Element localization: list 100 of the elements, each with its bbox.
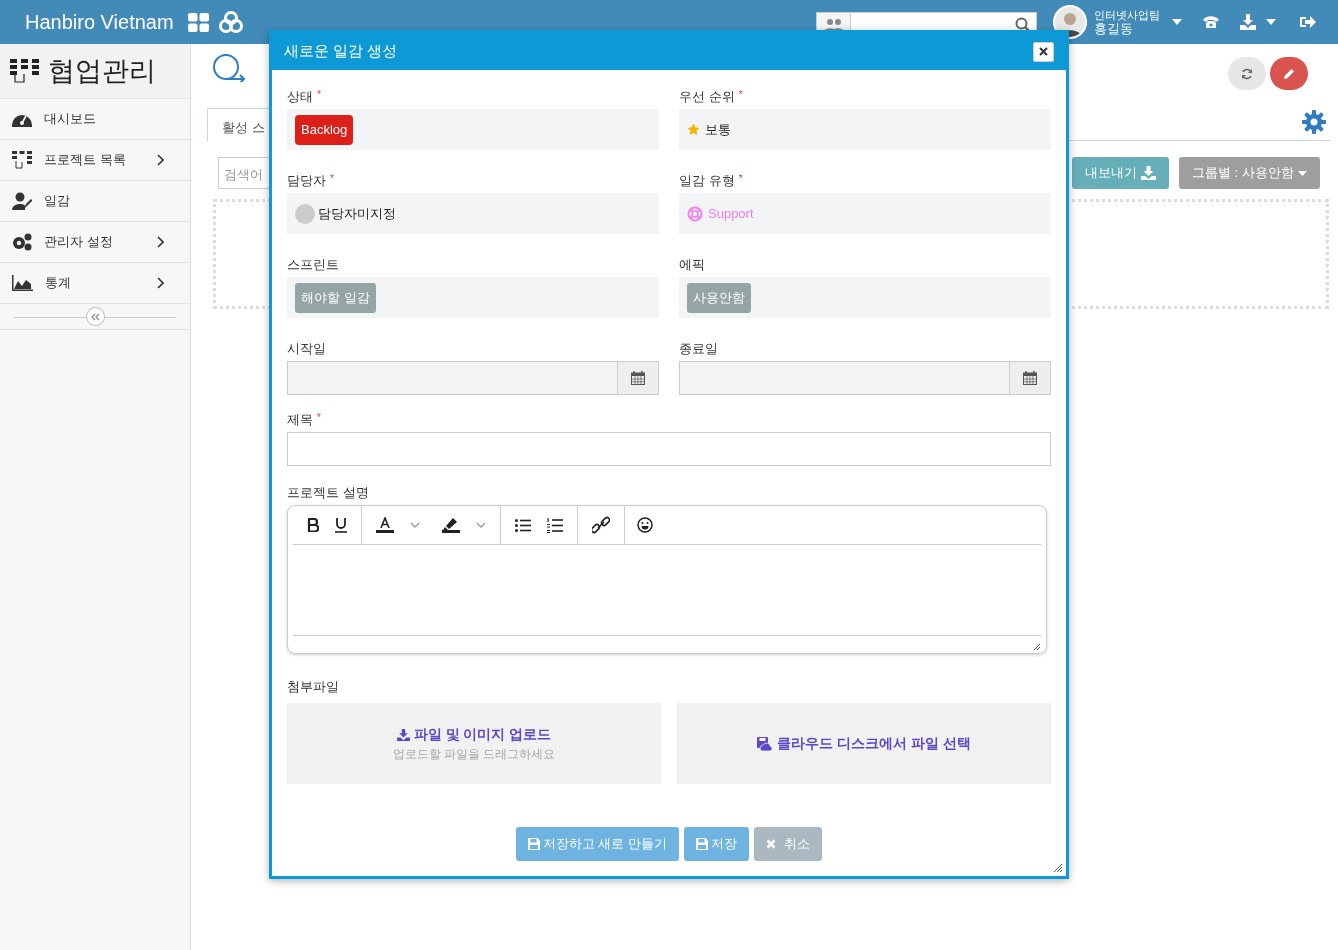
underline-icon[interactable]	[335, 517, 347, 533]
text-color-icon[interactable]	[376, 517, 394, 533]
nav-label: 대시보드	[44, 110, 96, 129]
lifebuoy-icon	[687, 205, 703, 222]
nav-label: 일감	[44, 192, 70, 211]
title-input[interactable]	[287, 432, 1051, 466]
emoji-icon[interactable]	[637, 517, 653, 533]
field-label: 우선 순위	[679, 88, 735, 106]
edit-button[interactable]	[1270, 57, 1308, 90]
nav-item[interactable]: 통계	[0, 263, 190, 304]
user-edit-icon	[12, 192, 32, 210]
required-mark: *	[317, 411, 321, 425]
highlighter-icon[interactable]	[442, 517, 460, 533]
close-icon	[766, 839, 777, 849]
select-field[interactable]: 담당자미지정	[287, 193, 659, 234]
nav-item[interactable]: 대시보드	[0, 99, 190, 140]
field-label: 첨부파일	[287, 678, 340, 696]
sign-out-icon[interactable]	[1300, 15, 1316, 29]
floppy-icon	[527, 838, 540, 850]
type-value: Support	[708, 204, 754, 223]
group-by-dropdown[interactable]: 그룹별 : 사용안함	[1179, 157, 1320, 189]
bold-icon[interactable]	[307, 518, 319, 532]
calendar-icon	[631, 371, 645, 385]
cloud-title: 클라우드 디스크에서 파일 선택	[777, 734, 971, 753]
chevron-right-icon	[157, 236, 164, 248]
priority-value: 보통	[705, 120, 731, 139]
module-title: 협업관리	[48, 54, 156, 88]
download-icon	[396, 728, 410, 741]
floppy-icon	[696, 838, 709, 850]
calendar-icon	[1023, 371, 1037, 385]
pencil-icon	[1283, 67, 1295, 80]
search-icon[interactable]	[1015, 17, 1031, 33]
area-chart-icon	[12, 275, 33, 291]
field-label: 스프린트	[287, 256, 339, 274]
date-field[interactable]	[287, 361, 659, 395]
bullet-list-icon[interactable]	[515, 518, 531, 532]
double-chevron-left-icon	[90, 312, 100, 321]
gears-icon	[12, 233, 32, 251]
refresh-button[interactable]	[1228, 57, 1266, 90]
cloud-disk-icon	[757, 736, 773, 751]
refresh-circle-icon	[211, 54, 245, 82]
upload-hint: 업로드할 파일을 드래그하세요	[392, 746, 556, 763]
numbered-list-icon[interactable]	[547, 517, 563, 533]
field-label: 일감 유형	[679, 172, 735, 190]
status-tag: Backlog	[295, 114, 354, 145]
caret-icon[interactable]	[1266, 19, 1276, 25]
nav-label: 관리자 설정	[44, 233, 113, 252]
user-team: 인터넷사업팀	[1094, 8, 1160, 22]
field-label: 시작일	[287, 340, 326, 358]
required-mark: *	[738, 88, 743, 102]
date-field[interactable]	[679, 361, 1051, 395]
star-icon	[687, 123, 700, 136]
field-label: 담당자	[287, 172, 326, 190]
settings-icon[interactable]	[1302, 110, 1326, 134]
field-label: 제목	[287, 411, 313, 429]
dialog-title: 새로운 일감 생성	[284, 41, 398, 62]
download-icon	[1141, 166, 1156, 180]
field-label: 프로젝트 설명	[287, 484, 369, 502]
close-button[interactable]	[1033, 41, 1054, 62]
resize-handle-icon[interactable]	[1033, 643, 1041, 651]
field-label: 상태	[287, 88, 313, 106]
chevron-down-icon[interactable]	[410, 522, 420, 528]
upload-title: 파일 및 이미지 업로드	[413, 725, 552, 744]
close-icon	[1039, 47, 1048, 56]
select-field[interactable]: Backlog	[287, 109, 659, 150]
required-mark: *	[330, 172, 334, 186]
assignee-value: 담당자미지정	[318, 204, 396, 223]
export-button[interactable]: 내보내기	[1072, 157, 1169, 189]
collapse-button[interactable]	[85, 307, 105, 326]
download-icon[interactable]	[1240, 14, 1256, 30]
kanban-icon	[10, 59, 40, 83]
field-label: 종료일	[679, 340, 718, 358]
select-field[interactable]: 보통	[679, 109, 1051, 150]
phone-icon[interactable]	[1202, 15, 1220, 29]
caret-icon[interactable]	[1172, 19, 1182, 25]
resize-handle-icon[interactable]	[1053, 863, 1063, 873]
link-icon[interactable]	[592, 516, 610, 534]
nav-label: 통계	[45, 274, 71, 293]
knot-icon[interactable]	[218, 10, 243, 34]
tag: 해야할 일감	[295, 282, 376, 313]
required-mark: *	[738, 172, 743, 186]
chevron-right-icon	[157, 154, 164, 166]
brand-name[interactable]: Hanbiro Vietnam	[25, 7, 174, 37]
tag: 사용안함	[687, 282, 751, 313]
required-mark: *	[317, 88, 321, 102]
user-name: 홍길동	[1094, 22, 1134, 36]
nav-label: 프로젝트 목록	[44, 151, 126, 170]
avatar-placeholder	[295, 203, 315, 224]
select-field[interactable]: 사용안함	[679, 277, 1051, 318]
select-field[interactable]: 해야할 일감	[287, 277, 659, 318]
refresh-icon	[1241, 67, 1253, 80]
nav-item[interactable]: 일감	[0, 181, 190, 222]
chevron-right-icon	[157, 277, 164, 289]
nav-item[interactable]: 관리자 설정	[0, 222, 190, 263]
caret-icon	[1297, 170, 1307, 176]
upload-dropzone[interactable]: 파일 및 이미지 업로드 업로드할 파일을 드래그하세요	[287, 703, 661, 784]
grid-icon[interactable]	[187, 12, 209, 32]
nav-item[interactable]: 프로젝트 목록	[0, 140, 190, 181]
cloud-picker-button[interactable]: 클라우드 디스크에서 파일 선택	[677, 703, 1051, 784]
chevron-down-icon[interactable]	[476, 522, 486, 528]
